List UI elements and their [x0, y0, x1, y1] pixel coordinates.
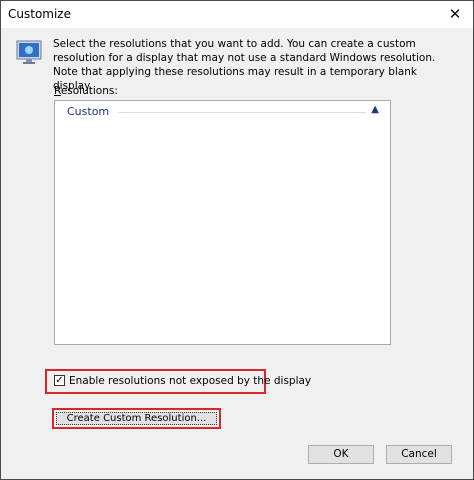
cancel-button[interactable]: Cancel	[386, 445, 452, 464]
enable-resolutions-label[interactable]: Enable resolutions not exposed by the di…	[69, 375, 311, 387]
window-title: Customize	[8, 7, 71, 21]
resolutions-label-text: esolutions:	[60, 85, 118, 97]
resolutions-label-accesskey: R	[54, 85, 61, 97]
customize-dialog: Customize ✕ Select the resolutions that …	[0, 0, 474, 480]
chevron-up-icon[interactable]: ▲	[371, 104, 379, 115]
title-bar: Customize ✕	[1, 1, 473, 28]
enable-resolutions-checkbox[interactable]: ✓	[54, 375, 65, 386]
custom-group-header[interactable]: Custom ▲	[65, 104, 385, 119]
close-button[interactable]: ✕	[445, 4, 465, 24]
group-divider	[118, 112, 366, 113]
resolutions-label: Resolutions:	[54, 85, 118, 97]
enable-resolutions-highlight: ✓ Enable resolutions not exposed by the …	[45, 369, 311, 394]
create-custom-resolution-button[interactable]: Create Custom Resolution...	[56, 412, 217, 425]
close-icon: ✕	[448, 5, 462, 23]
create-custom-resolution-highlight: Create Custom Resolution...	[52, 408, 221, 429]
monitor-icon	[16, 40, 42, 64]
custom-group-label: Custom	[67, 105, 110, 118]
resolutions-list[interactable]: Custom ▲	[54, 100, 391, 345]
ok-button[interactable]: OK	[308, 445, 374, 464]
